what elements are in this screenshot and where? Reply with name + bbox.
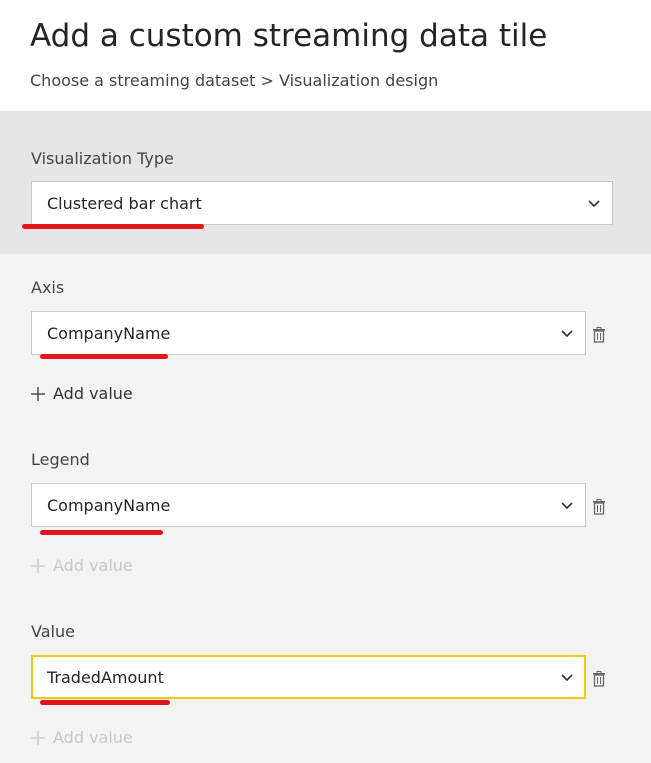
trash-icon[interactable] bbox=[592, 499, 606, 515]
chevron-down-icon bbox=[561, 674, 573, 682]
visualization-type-label: Visualization Type bbox=[31, 149, 174, 168]
visualization-type-dropdown[interactable]: Clustered bar chart bbox=[31, 181, 613, 225]
chevron-down-icon bbox=[561, 330, 573, 338]
plus-icon bbox=[31, 386, 45, 401]
value-value: TradedAmount bbox=[47, 668, 164, 687]
plus-icon bbox=[31, 730, 45, 745]
value-dropdown[interactable]: TradedAmount bbox=[31, 655, 586, 699]
axis-dropdown[interactable]: CompanyName bbox=[31, 311, 586, 355]
annotation-underline bbox=[40, 700, 170, 705]
axis-value: CompanyName bbox=[47, 324, 171, 343]
axis-add-value-button[interactable]: Add value bbox=[31, 384, 133, 403]
legend-add-value-button: Add value bbox=[31, 556, 133, 575]
visualization-type-value: Clustered bar chart bbox=[47, 194, 202, 213]
legend-add-value-label: Add value bbox=[53, 556, 133, 575]
annotation-underline bbox=[40, 354, 168, 359]
plus-icon bbox=[31, 558, 45, 573]
page-title: Add a custom streaming data tile bbox=[30, 18, 548, 54]
legend-label: Legend bbox=[31, 450, 90, 469]
value-add-value-label: Add value bbox=[53, 728, 133, 747]
value-label: Value bbox=[31, 622, 75, 641]
value-add-value-button: Add value bbox=[31, 728, 133, 747]
fields-panel: Axis CompanyName Add value Legend Compan… bbox=[0, 254, 651, 763]
trash-icon[interactable] bbox=[592, 327, 606, 343]
annotation-underline bbox=[22, 224, 204, 229]
trash-icon[interactable] bbox=[592, 671, 606, 687]
visualization-type-panel: Visualization Type Clustered bar chart bbox=[0, 111, 651, 254]
legend-dropdown[interactable]: CompanyName bbox=[31, 483, 586, 527]
chevron-down-icon bbox=[561, 502, 573, 510]
axis-label: Axis bbox=[31, 278, 65, 297]
annotation-underline bbox=[40, 530, 163, 535]
legend-value: CompanyName bbox=[47, 496, 171, 515]
chevron-down-icon bbox=[588, 200, 600, 208]
axis-add-value-label: Add value bbox=[53, 384, 133, 403]
breadcrumb: Choose a streaming dataset > Visualizati… bbox=[30, 71, 439, 90]
